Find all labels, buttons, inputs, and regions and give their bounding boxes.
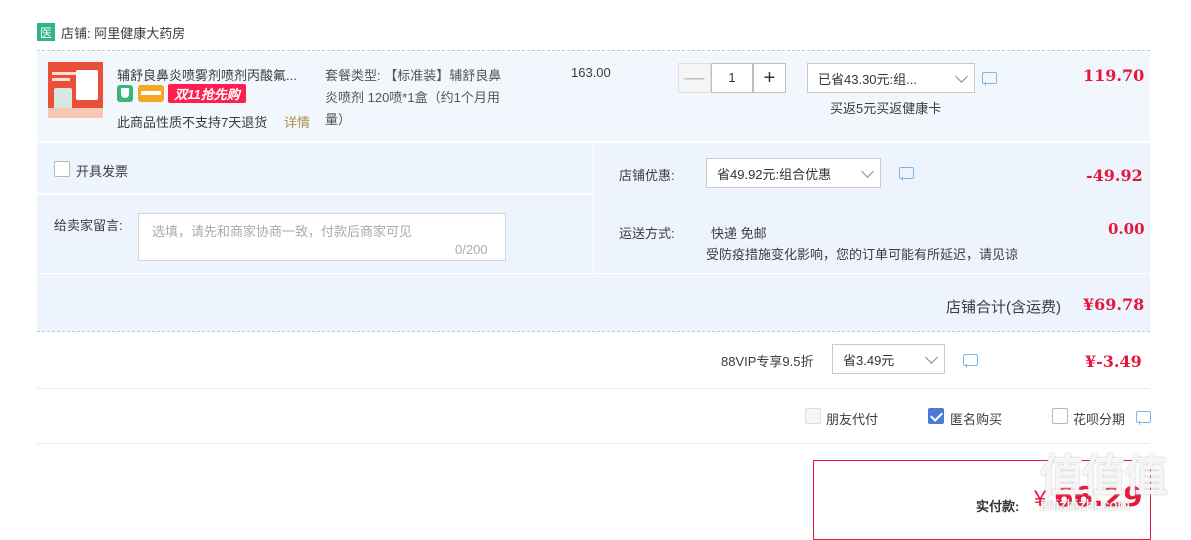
watermark-logo: 值值值: [1040, 452, 1168, 501]
sku-info: 套餐类型: 【标准装】辅舒良鼻 炎喷剂 120喷*1盒（约1个月用 量）: [325, 65, 535, 131]
return-policy-note: 此商品性质不支持7天退货: [117, 115, 268, 130]
pharmacy-badge-icon: 医: [37, 23, 55, 41]
invoice-checkbox[interactable]: [54, 161, 70, 177]
shop-name[interactable]: 店铺: 阿里健康大药房: [61, 23, 185, 42]
anonymous-label: 匿名购买: [950, 412, 1003, 427]
sku-line: 量）: [325, 112, 352, 127]
sku-line: 套餐类型: 【标准装】辅舒良鼻: [325, 68, 502, 83]
vip-discount-select[interactable]: 省3.49元: [832, 344, 945, 374]
quantity-input[interactable]: 1: [711, 63, 753, 93]
chat-icon[interactable]: [963, 354, 978, 366]
payment-label: 实付款:: [976, 499, 1020, 514]
friend-pay-label: 朋友代付: [826, 412, 879, 427]
chevron-down-icon: [861, 165, 874, 178]
guarantee-shield-icon: [117, 85, 133, 102]
watermark-url: zhizhizhi.com: [1040, 497, 1131, 514]
shop-discount-select[interactable]: 省49.92元:组合优惠: [706, 158, 881, 188]
divider: [37, 50, 1150, 51]
shipping-note: 受防疫措施变化影响，您的订单可能有所延迟，请见谅: [706, 247, 1019, 262]
credit-card-icon: [138, 85, 164, 102]
chat-icon[interactable]: [899, 167, 914, 179]
shop-header: 医 店铺: 阿里健康大药房: [37, 22, 185, 42]
divider: [37, 388, 1150, 389]
quantity-decrement-button[interactable]: —: [678, 63, 711, 93]
anonymous-checkbox[interactable]: [928, 408, 944, 424]
shop-discount-label: 店铺优惠:: [619, 168, 675, 183]
chat-icon[interactable]: [1136, 411, 1151, 423]
shipping-label: 运送方式:: [619, 226, 675, 241]
invoice-label: 开具发票: [76, 164, 129, 179]
product-title-link[interactable]: 辅舒良鼻炎喷雾剂喷剂丙酸氟...: [117, 65, 313, 84]
coupon-note: 买返5元买返健康卡: [830, 101, 942, 116]
shop-total-amount: ¥69.78: [1083, 295, 1145, 314]
shipping-amount: 0.00: [1108, 220, 1145, 238]
friend-pay-checkbox[interactable]: [805, 408, 821, 424]
unit-price: 163.00: [571, 65, 611, 80]
shop-discount-value: 省49.92元:组合优惠: [717, 166, 832, 182]
chat-icon[interactable]: [982, 72, 997, 84]
divider: [37, 443, 1150, 444]
quantity-increment-button[interactable]: +: [753, 63, 786, 93]
installment-label: 花呗分期: [1073, 412, 1126, 427]
chevron-down-icon: [925, 351, 938, 364]
shop-discount-amount: -49.92: [1086, 166, 1143, 185]
shipping-method: 快递 免邮: [711, 226, 767, 241]
sku-line: 炎喷剂 120喷*1盒（约1个月用: [325, 90, 500, 105]
shop-total-label: 店铺合计(含运费): [946, 299, 1061, 316]
item-subtotal: 119.70: [1083, 66, 1145, 85]
message-placeholder: 选填，请先和商家协商一致，付款后商家可见: [152, 224, 413, 239]
message-label: 给卖家留言:: [54, 218, 123, 233]
vip-label: 88VIP专享9.5折: [721, 354, 814, 369]
vip-discount-amount: ¥-3.49: [1085, 352, 1142, 371]
chevron-down-icon: [955, 70, 968, 83]
item-discount-select[interactable]: 已省43.30元:组...: [807, 63, 975, 93]
installment-checkbox[interactable]: [1052, 408, 1068, 424]
message-char-count: 0/200: [455, 242, 488, 257]
item-discount-value: 已省43.30元:组...: [818, 71, 917, 87]
product-thumbnail[interactable]: [48, 62, 103, 118]
vip-discount-value: 省3.49元: [843, 352, 895, 368]
return-policy-detail-link[interactable]: 详情: [284, 112, 310, 131]
divider: [37, 331, 1150, 332]
promo-tag: 双11抢先购: [168, 84, 246, 103]
